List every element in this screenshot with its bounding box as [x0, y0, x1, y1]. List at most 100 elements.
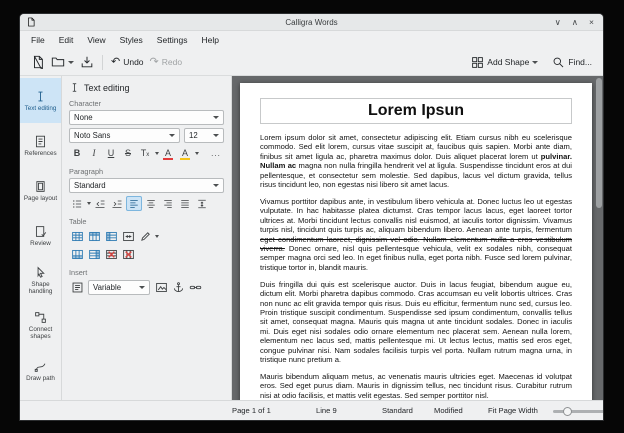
find-button[interactable]: Find...: [549, 54, 595, 71]
menu-edit[interactable]: Edit: [52, 33, 81, 47]
tab-connect-shapes[interactable]: Connect shapes: [20, 303, 61, 348]
merge-cells-button[interactable]: [120, 229, 136, 244]
insert-row-below-button[interactable]: [69, 247, 85, 262]
menu-help[interactable]: Help: [195, 33, 226, 47]
open-document-button[interactable]: [48, 53, 77, 71]
redo-label: Redo: [162, 57, 182, 67]
document-title[interactable]: Lorem Ipsun: [261, 102, 571, 120]
font-color-button[interactable]: A: [160, 146, 176, 161]
menubar: File Edit View Styles Settings Help: [20, 31, 603, 49]
increase-indent-button[interactable]: [109, 196, 125, 211]
delete-column-button[interactable]: [120, 247, 136, 262]
zoom-slider-handle[interactable]: [563, 407, 572, 416]
tab-references[interactable]: References: [20, 123, 61, 168]
align-left-button[interactable]: [126, 196, 142, 211]
document-canvas[interactable]: Lorem Ipsun Lorem ipsum dolor sit amet, …: [232, 76, 603, 401]
character-style-combobox[interactable]: None: [69, 110, 224, 125]
menu-file[interactable]: File: [24, 33, 52, 47]
character-more-button[interactable]: ...: [208, 146, 224, 161]
add-shape-caret-icon: [532, 61, 538, 64]
zoom-mode-selector[interactable]: Fit Page Width: [488, 406, 538, 415]
superscript-subscript-button[interactable]: Tx: [137, 146, 153, 161]
shapes-grid-icon: [471, 56, 484, 69]
insert-column-right-button[interactable]: [86, 247, 102, 262]
main-area: Text editing References Page layout Revi…: [20, 76, 603, 401]
insert-row-above-button[interactable]: [86, 229, 102, 244]
list-dropdown-caret-icon[interactable]: [87, 202, 91, 205]
insert-anchor-button[interactable]: [170, 280, 186, 295]
paragraph[interactable]: Mauris bibendum aliquam metus, ac venena…: [260, 372, 572, 400]
chevron-down-icon: [213, 116, 219, 119]
docker-tabstrip: Text editing References Page layout Revi…: [20, 76, 62, 401]
find-label: Find...: [568, 57, 592, 67]
toolbar-separator: [102, 55, 103, 70]
menu-styles[interactable]: Styles: [113, 33, 150, 47]
tab-page-layout[interactable]: Page layout: [20, 168, 61, 213]
close-icon[interactable]: ×: [589, 18, 594, 27]
insert-table-button[interactable]: [69, 229, 85, 244]
title-frame[interactable]: Lorem Ipsun: [260, 98, 572, 124]
menu-settings[interactable]: Settings: [150, 33, 195, 47]
decrease-indent-button[interactable]: [92, 196, 108, 211]
redo-button[interactable]: ↷ Redo: [147, 55, 186, 70]
document-page[interactable]: Lorem Ipsun Lorem ipsum dolor sit amet, …: [240, 83, 592, 401]
menu-view[interactable]: View: [80, 33, 112, 47]
redo-icon: ↷: [150, 57, 159, 68]
paragraph-section-label: Paragraph: [69, 167, 224, 176]
shape-handling-icon: [34, 266, 47, 279]
open-dropdown-caret-icon[interactable]: [68, 61, 74, 64]
script-dropdown-caret-icon[interactable]: [155, 152, 159, 155]
italic-button[interactable]: I: [86, 146, 102, 161]
zoom-slider[interactable]: [553, 410, 603, 413]
insert-column-left-button[interactable]: [103, 229, 119, 244]
search-icon: [552, 56, 565, 69]
connect-shapes-icon: [34, 311, 47, 324]
insert-link-button[interactable]: [187, 280, 203, 295]
chevron-down-icon: [139, 286, 145, 289]
save-button[interactable]: [77, 53, 97, 71]
insert-text-frame-button[interactable]: [69, 280, 85, 295]
docker-header-icon: [69, 82, 80, 93]
maximize-icon[interactable]: ∧: [572, 18, 578, 27]
tab-review[interactable]: Review: [20, 213, 61, 258]
paragraph[interactable]: Duis fringilla dui quis est scelerisque …: [260, 280, 572, 365]
tab-draw-path[interactable]: Draw path: [20, 348, 61, 393]
bold-button[interactable]: B: [69, 146, 85, 161]
undo-button[interactable]: ↶ Undo: [108, 55, 147, 70]
paragraph[interactable]: Lorem ipsum dolor sit amet, consectetur …: [260, 133, 572, 189]
undo-label: Undo: [123, 57, 143, 67]
font-size-combobox[interactable]: 12: [184, 128, 224, 143]
table-borders-pen-button[interactable]: [137, 229, 153, 244]
vertical-scrollbar[interactable]: [596, 78, 602, 399]
tab-shape-handling[interactable]: Shape handling: [20, 258, 61, 303]
document-paragraphs[interactable]: Lorem ipsum dolor sit amet, consectetur …: [260, 133, 572, 400]
references-icon: [34, 135, 47, 148]
new-document-button[interactable]: [28, 53, 48, 71]
window-title: Calligra Words: [20, 18, 603, 27]
chevron-down-icon: [213, 184, 219, 187]
insert-variable-dropdown[interactable]: Variable: [88, 280, 150, 295]
delete-row-button[interactable]: [103, 247, 119, 262]
table-borders-caret-icon[interactable]: [155, 235, 159, 238]
line-spacing-button[interactable]: [194, 196, 210, 211]
page-indicator: Page 1 of 1: [232, 406, 271, 415]
minimize-icon[interactable]: ∨: [555, 18, 561, 27]
underline-button[interactable]: U: [103, 146, 119, 161]
strikethrough-button[interactable]: S: [120, 146, 136, 161]
app-window: Calligra Words ∨ ∧ × File Edit View Styl…: [20, 14, 603, 420]
add-shape-button[interactable]: Add Shape: [468, 54, 541, 71]
font-family-combobox[interactable]: Noto Sans: [69, 128, 180, 143]
tab-text-editing[interactable]: Text editing: [20, 78, 61, 123]
chevron-down-icon: [213, 134, 219, 137]
color-dropdown-caret-icon[interactable]: [195, 152, 199, 155]
app-icon: [26, 17, 36, 27]
align-right-button[interactable]: [160, 196, 176, 211]
highlight-color-button[interactable]: A: [177, 146, 193, 161]
scrollbar-thumb[interactable]: [596, 78, 602, 208]
insert-image-button[interactable]: [153, 280, 169, 295]
paragraph-style-combobox[interactable]: Standard: [69, 178, 224, 193]
paragraph[interactable]: Vivamus porttitor dapibus ante, in vesti…: [260, 197, 572, 272]
align-justify-button[interactable]: [177, 196, 193, 211]
list-style-button[interactable]: [69, 196, 85, 211]
align-center-button[interactable]: [143, 196, 159, 211]
